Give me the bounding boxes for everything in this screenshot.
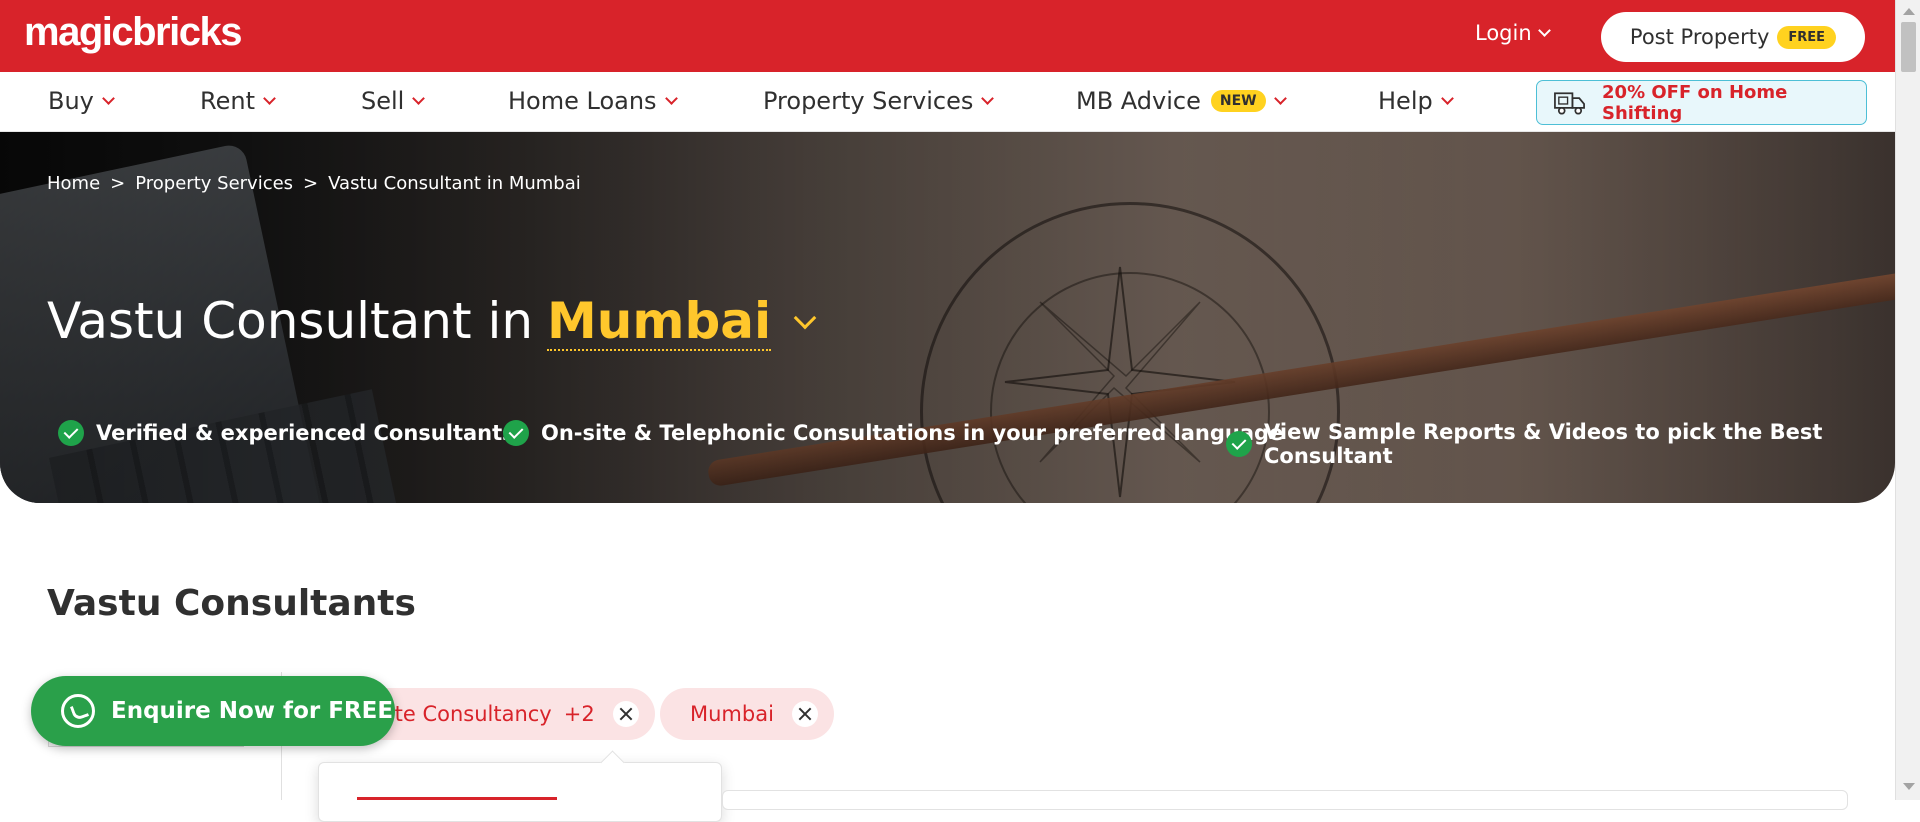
close-icon[interactable] <box>612 701 639 727</box>
check-circle-icon <box>503 420 529 446</box>
scroll-down-arrow-icon[interactable] <box>1903 783 1915 790</box>
chip-label: Mumbai <box>690 702 774 726</box>
feature-label: Verified & experienced Consultants <box>96 421 515 445</box>
section-title: Vastu Consultants <box>47 583 416 624</box>
feature-item: Verified & experienced Consultants <box>58 420 515 446</box>
breadcrumb-separator: > <box>110 173 126 194</box>
nav-item-home-loans[interactable]: Home Loans <box>508 87 678 115</box>
truck-icon <box>1554 91 1585 115</box>
feature-label: On-site & Telephonic Consultations in yo… <box>541 421 1284 445</box>
chevron-down-icon <box>263 92 276 105</box>
magicbricks-logo[interactable]: magicbricks <box>24 10 242 55</box>
nav-item-label: MB Advice <box>1076 87 1201 115</box>
nav-item-label: Sell <box>361 87 405 115</box>
scrollbar-thumb[interactable] <box>1901 22 1916 72</box>
nav-item-sell[interactable]: Sell <box>361 87 426 115</box>
filter-chip-city[interactable]: Mumbai <box>660 688 834 740</box>
city-selector[interactable]: Mumbai <box>547 294 772 351</box>
scroll-up-arrow-icon[interactable] <box>1903 8 1915 15</box>
nav-item-buy[interactable]: Buy <box>48 87 115 115</box>
breadcrumb-home[interactable]: Home <box>47 173 100 194</box>
check-circle-icon <box>1226 431 1252 457</box>
chevron-down-icon <box>1273 92 1287 105</box>
chevron-down-icon <box>412 92 426 105</box>
nav-item-help[interactable]: Help <box>1378 87 1454 115</box>
close-icon[interactable] <box>791 701 818 727</box>
nav-item-label: Rent <box>200 87 255 115</box>
nav-item-rent[interactable]: Rent <box>200 87 276 115</box>
chevron-down-icon <box>1440 92 1454 105</box>
check-circle-icon <box>58 420 84 446</box>
home-shifting-promo[interactable]: 20% OFF on Home Shifting <box>1536 80 1867 125</box>
chip-count: +2 <box>563 702 595 726</box>
enquire-now-button[interactable]: Enquire Now for FREE <box>31 676 395 746</box>
login-button[interactable]: Login <box>1475 21 1551 45</box>
nav-item-label: Buy <box>48 87 94 115</box>
nav-item-property-services[interactable]: Property Services <box>763 87 995 115</box>
nav-item-label: Home Loans <box>508 87 657 115</box>
top-header: magicbricks Login Post Property FREE <box>0 0 1895 72</box>
new-badge: NEW <box>1210 90 1266 112</box>
post-property-label: Post Property <box>1629 25 1770 49</box>
chevron-down-icon <box>1537 23 1551 37</box>
login-label: Login <box>1475 21 1532 45</box>
whatsapp-icon <box>61 694 95 728</box>
nav-item-mb-advice[interactable]: MB Advice NEW <box>1076 87 1287 115</box>
chevron-down-icon <box>981 92 995 105</box>
vertical-scrollbar[interactable] <box>1895 0 1920 800</box>
results-card <box>722 790 1848 810</box>
nav-item-label: Property Services <box>763 87 974 115</box>
chevron-down-icon <box>664 92 678 105</box>
chevron-down-icon[interactable] <box>793 306 817 330</box>
title-prefix: Vastu Consultant in <box>47 292 534 350</box>
feature-label: View Sample Reports & Videos to pick the… <box>1264 420 1823 468</box>
feature-item: View Sample Reports & Videos to pick the… <box>1226 420 1920 468</box>
filter-dropdown-popover <box>318 762 722 822</box>
enquire-label: Enquire Now for FREE <box>111 698 394 724</box>
breadcrumb: Home > Property Services > Vastu Consult… <box>47 173 581 194</box>
chevron-down-icon <box>102 92 115 105</box>
post-property-button[interactable]: Post Property FREE <box>1601 12 1865 62</box>
breadcrumb-separator: > <box>303 173 319 194</box>
nav-item-label: Help <box>1378 87 1433 115</box>
feature-item: On-site & Telephonic Consultations in yo… <box>503 420 1283 446</box>
breadcrumb-current: Vastu Consultant in Mumbai <box>328 173 581 194</box>
page-title: Vastu Consultant in Mumbai <box>47 292 817 351</box>
promo-label: 20% OFF on Home Shifting <box>1602 81 1788 124</box>
breadcrumb-property-services[interactable]: Property Services <box>135 173 293 194</box>
free-badge: FREE <box>1777 25 1837 49</box>
